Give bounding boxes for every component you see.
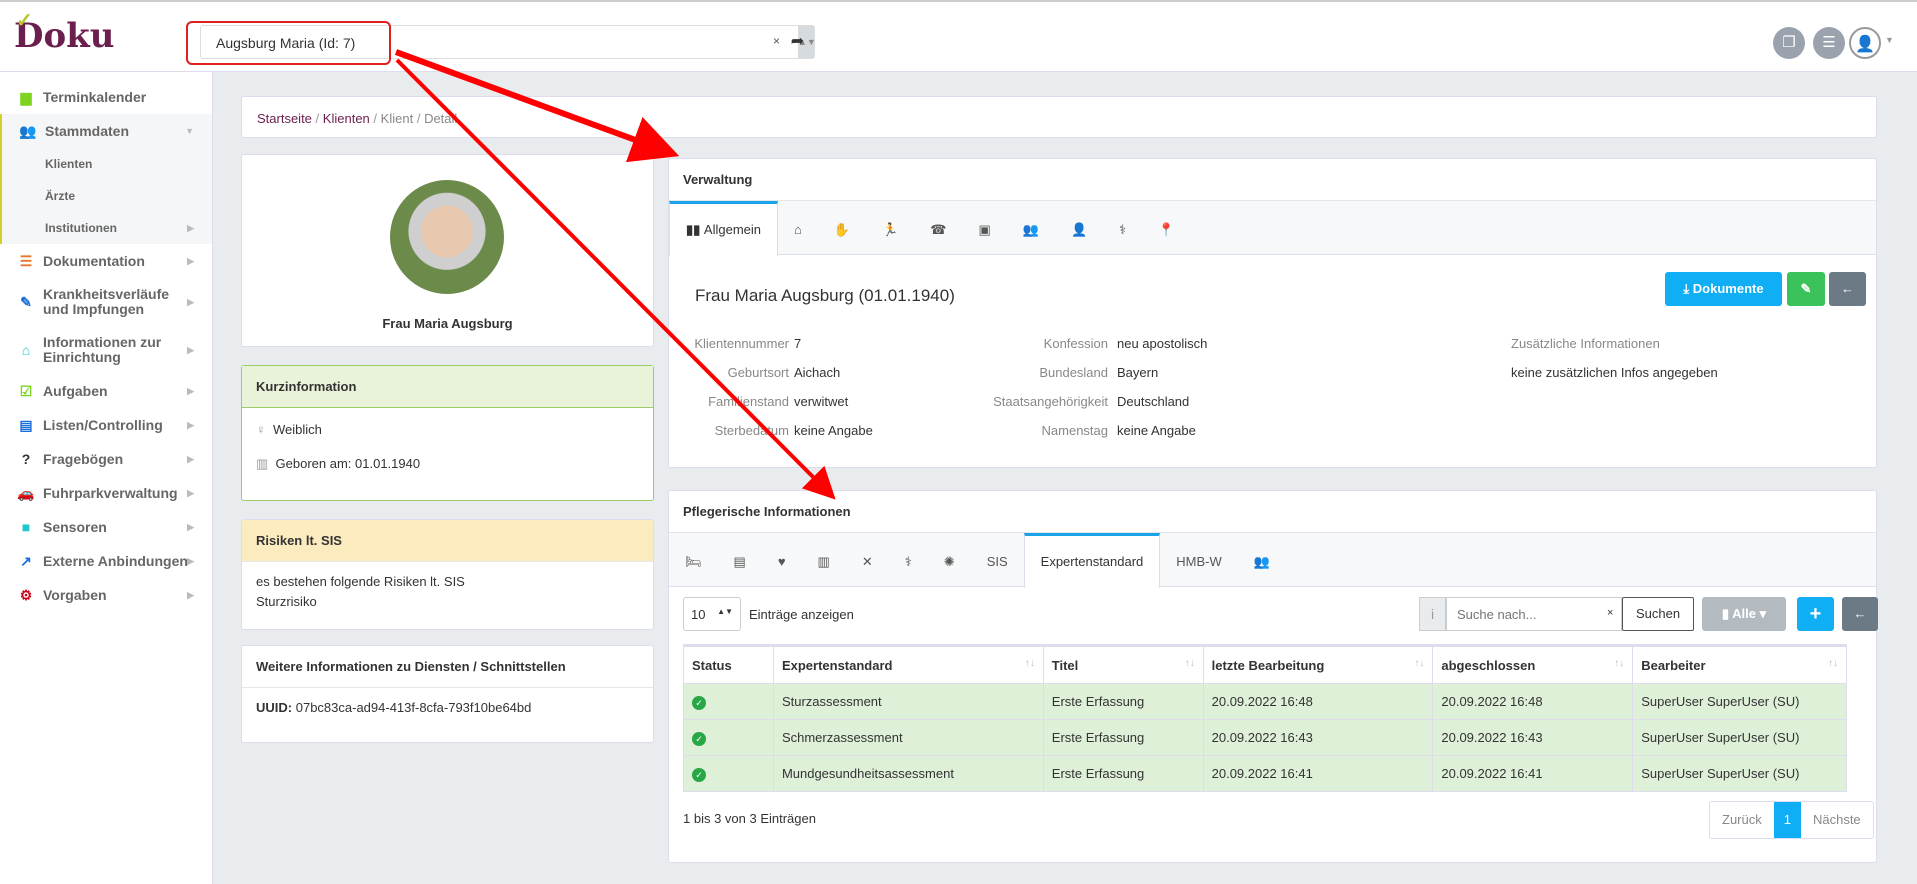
annotation-arrows bbox=[394, 49, 836, 500]
arrow-to-pflege bbox=[395, 58, 836, 500]
